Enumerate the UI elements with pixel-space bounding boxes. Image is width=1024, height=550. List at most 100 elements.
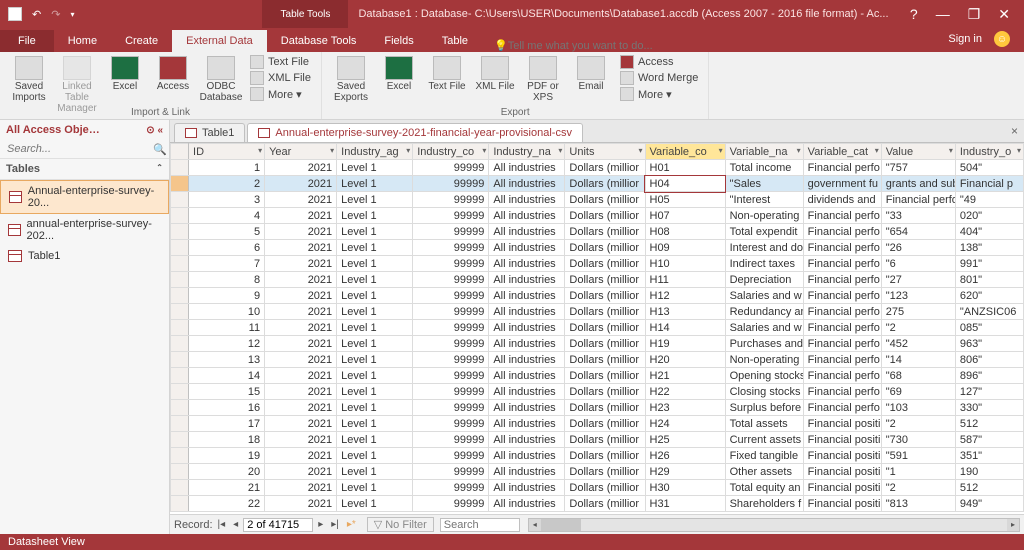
data-cell[interactable]: 99999: [413, 160, 489, 176]
data-cell[interactable]: Financial positi: [803, 432, 881, 448]
data-cell[interactable]: Level 1: [337, 256, 413, 272]
data-cell[interactable]: Shareholders f: [725, 496, 803, 512]
data-cell[interactable]: Financial perfo: [803, 336, 881, 352]
data-cell[interactable]: Level 1: [337, 432, 413, 448]
filter-dropdown-icon[interactable]: ▾: [875, 146, 879, 155]
data-cell[interactable]: 138": [955, 240, 1023, 256]
table-row[interactable]: 212021Level 199999All industriesDollars …: [171, 480, 1024, 496]
data-cell[interactable]: Dollars (millior: [565, 208, 645, 224]
data-cell[interactable]: Level 1: [337, 208, 413, 224]
data-cell[interactable]: 896": [955, 368, 1023, 384]
table-row[interactable]: 12021Level 199999All industriesDollars (…: [171, 160, 1024, 176]
data-cell[interactable]: Indirect taxes: [725, 256, 803, 272]
data-cell[interactable]: 2021: [265, 160, 337, 176]
data-cell[interactable]: Level 1: [337, 160, 413, 176]
column-header[interactable]: Industry_ag▾: [337, 144, 413, 160]
data-cell[interactable]: Dollars (millior: [565, 480, 645, 496]
table-row[interactable]: 72021Level 199999All industriesDollars (…: [171, 256, 1024, 272]
data-cell[interactable]: 9: [189, 288, 265, 304]
data-cell[interactable]: Non-operating: [725, 352, 803, 368]
data-cell[interactable]: Dollars (millior: [565, 256, 645, 272]
export-xml-button[interactable]: XML File: [472, 54, 518, 105]
table-row[interactable]: 222021Level 199999All industriesDollars …: [171, 496, 1024, 512]
data-cell[interactable]: Financial perfo: [803, 400, 881, 416]
nav-item-table[interactable]: annual-enterprise-survey-202...: [0, 214, 169, 246]
data-cell[interactable]: "Sales: [725, 176, 803, 192]
row-selector-cell[interactable]: [171, 400, 189, 416]
data-cell[interactable]: Dollars (millior: [565, 416, 645, 432]
data-cell[interactable]: Level 1: [337, 464, 413, 480]
data-cell[interactable]: Financial perfo: [803, 256, 881, 272]
data-cell[interactable]: Closing stocks: [725, 384, 803, 400]
data-cell[interactable]: 99999: [413, 272, 489, 288]
data-cell[interactable]: Fixed tangible: [725, 448, 803, 464]
tab-home[interactable]: Home: [54, 30, 111, 52]
data-cell[interactable]: Surplus before: [725, 400, 803, 416]
import-more-button[interactable]: More ▾: [246, 86, 315, 102]
data-cell[interactable]: All industries: [489, 496, 565, 512]
data-cell[interactable]: Financial positi: [803, 416, 881, 432]
data-cell[interactable]: "654: [881, 224, 955, 240]
data-cell[interactable]: Salaries and w: [725, 288, 803, 304]
data-cell[interactable]: "757: [881, 160, 955, 176]
data-cell[interactable]: H22: [645, 384, 725, 400]
data-cell[interactable]: 2021: [265, 400, 337, 416]
scroll-left-icon[interactable]: ◂: [529, 519, 541, 531]
data-cell[interactable]: Total income: [725, 160, 803, 176]
import-text-button[interactable]: Text File: [246, 54, 315, 70]
data-cell[interactable]: 20: [189, 464, 265, 480]
export-access-button[interactable]: Access: [616, 54, 702, 70]
data-cell[interactable]: 2021: [265, 272, 337, 288]
data-cell[interactable]: "6: [881, 256, 955, 272]
column-header[interactable]: Variable_na▾: [725, 144, 803, 160]
row-selector-cell[interactable]: [171, 176, 189, 192]
table-row[interactable]: 62021Level 199999All industriesDollars (…: [171, 240, 1024, 256]
row-selector-cell[interactable]: [171, 464, 189, 480]
data-cell[interactable]: All industries: [489, 400, 565, 416]
row-selector-cell[interactable]: [171, 304, 189, 320]
data-cell[interactable]: All industries: [489, 416, 565, 432]
tab-file[interactable]: File: [0, 30, 54, 52]
first-record-button[interactable]: |◂: [215, 519, 229, 530]
data-cell[interactable]: H11: [645, 272, 725, 288]
next-record-button[interactable]: ▸: [315, 519, 326, 530]
data-cell[interactable]: H24: [645, 416, 725, 432]
row-selector-cell[interactable]: [171, 432, 189, 448]
data-cell[interactable]: 99999: [413, 192, 489, 208]
filter-dropdown-icon[interactable]: ▾: [482, 146, 486, 155]
table-row[interactable]: 162021Level 199999All industriesDollars …: [171, 400, 1024, 416]
nav-section-tables[interactable]: Tables ⌃: [0, 159, 169, 180]
row-selector-cell[interactable]: [171, 240, 189, 256]
export-excel-button[interactable]: Excel: [376, 54, 422, 105]
data-cell[interactable]: Dollars (millior: [565, 224, 645, 240]
data-cell[interactable]: 11: [189, 320, 265, 336]
data-cell[interactable]: 2021: [265, 448, 337, 464]
data-cell[interactable]: 504": [955, 160, 1023, 176]
data-cell[interactable]: Dollars (millior: [565, 176, 645, 192]
record-number-input[interactable]: [243, 518, 313, 532]
column-header[interactable]: Units▾: [565, 144, 645, 160]
data-cell[interactable]: Level 1: [337, 240, 413, 256]
export-text-button[interactable]: Text File: [424, 54, 470, 105]
filter-dropdown-icon[interactable]: ▾: [258, 146, 262, 155]
data-cell[interactable]: 949": [955, 496, 1023, 512]
data-cell[interactable]: "49: [955, 192, 1023, 208]
data-cell[interactable]: 19: [189, 448, 265, 464]
record-search-input[interactable]: [440, 518, 520, 532]
data-cell[interactable]: H20: [645, 352, 725, 368]
data-cell[interactable]: All industries: [489, 368, 565, 384]
row-selector-cell[interactable]: [171, 352, 189, 368]
data-cell[interactable]: 806": [955, 352, 1023, 368]
data-cell[interactable]: All industries: [489, 320, 565, 336]
data-cell[interactable]: 99999: [413, 224, 489, 240]
data-cell[interactable]: Financial perfo: [803, 368, 881, 384]
data-cell[interactable]: "ANZSIC06: [955, 304, 1023, 320]
data-cell[interactable]: dividends and: [803, 192, 881, 208]
scroll-thumb[interactable]: [541, 519, 581, 531]
data-cell[interactable]: Level 1: [337, 304, 413, 320]
data-cell[interactable]: H07: [645, 208, 725, 224]
data-cell[interactable]: 99999: [413, 464, 489, 480]
table-row[interactable]: 82021Level 199999All industriesDollars (…: [171, 272, 1024, 288]
data-cell[interactable]: "Interest: [725, 192, 803, 208]
data-cell[interactable]: Financial perfo: [803, 272, 881, 288]
